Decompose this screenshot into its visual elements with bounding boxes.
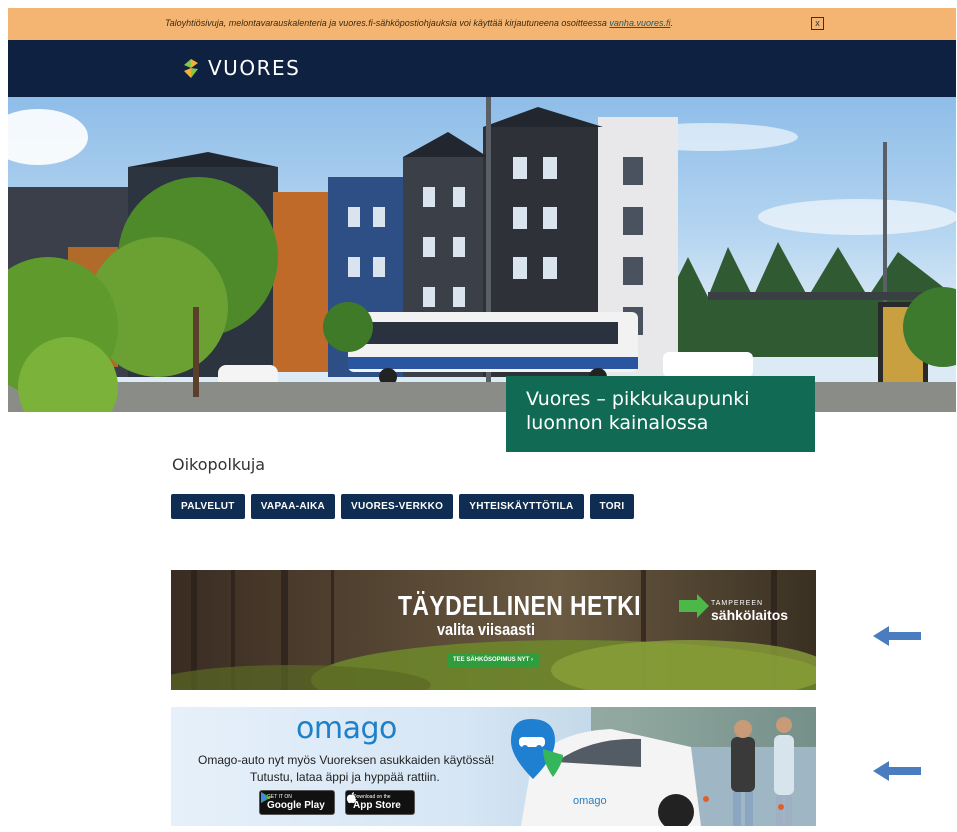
shortcut-vuores-verkko[interactable]: VUORES-VERKKO	[341, 494, 454, 519]
arrow-left-icon	[873, 761, 921, 781]
omago-logo: omago	[296, 711, 397, 746]
omago-text-line-1: Omago-auto nyt myös Vuoreksen asukkaiden…	[198, 753, 495, 767]
shortcut-palvelut[interactable]: PALVELUT	[171, 494, 245, 519]
omago-text-line-2: Tutustu, lataa äppi ja hyppää rattiin.	[250, 770, 440, 784]
car-omago-logo: omago	[573, 795, 607, 807]
notice-text: Taloyhtiösivuja, melontavarauskalenteria…	[165, 18, 673, 28]
logo-text: VUORES	[208, 56, 301, 80]
app-store-button[interactable]: Download on the App Store	[345, 790, 415, 815]
google-play-button[interactable]: GET IT ON Google Play	[259, 790, 335, 815]
shortcuts-title: Oikopolkuja	[172, 455, 266, 474]
site-header: VUORES	[8, 40, 956, 97]
shortcut-yhteiskayttotila[interactable]: YHTEISKÄYTTÖTILA	[459, 494, 584, 519]
shortcuts-list: PALVELUT VAPAA-AIKA VUORES-VERKKO YHTEIS…	[171, 494, 635, 519]
arrow-left-icon	[873, 626, 921, 646]
hero-caption: Vuores – pikkukaupunki luonnon kainaloss…	[506, 376, 815, 452]
shortcut-tori[interactable]: TORI	[589, 494, 635, 519]
leaf-logo-icon	[184, 59, 198, 78]
google-play-icon	[261, 792, 271, 803]
brand-text: sähkölaitos	[711, 607, 789, 623]
electricity-ad-banner[interactable]: TÄYDELLINEN HETKI valita viisaasti TEE S…	[171, 570, 816, 690]
apple-icon	[346, 792, 357, 804]
shortcut-vapaa-aika[interactable]: VAPAA-AIKA	[250, 494, 335, 519]
ad-subline: valita viisaasti	[437, 620, 536, 639]
site-logo[interactable]: VUORES	[181, 56, 300, 80]
ad-headline: TÄYDELLINEN HETKI	[398, 590, 641, 621]
brand-top-text: TAMPEREEN	[711, 600, 764, 607]
omago-ad-banner[interactable]: omago Omago-auto nyt myös Vuoreksen asuk…	[171, 707, 816, 826]
notice-bar: Taloyhtiösivuja, melontavarauskalenteria…	[8, 8, 956, 40]
hero-image	[8, 97, 956, 412]
hero-illustration	[8, 97, 956, 412]
electricity-contract-button[interactable]: TEE SÄHKÖSOPIMUS NYT ›	[447, 654, 540, 667]
old-site-link[interactable]: vanha.vuores.fi	[609, 18, 670, 28]
close-notice-button[interactable]: x	[811, 17, 824, 30]
